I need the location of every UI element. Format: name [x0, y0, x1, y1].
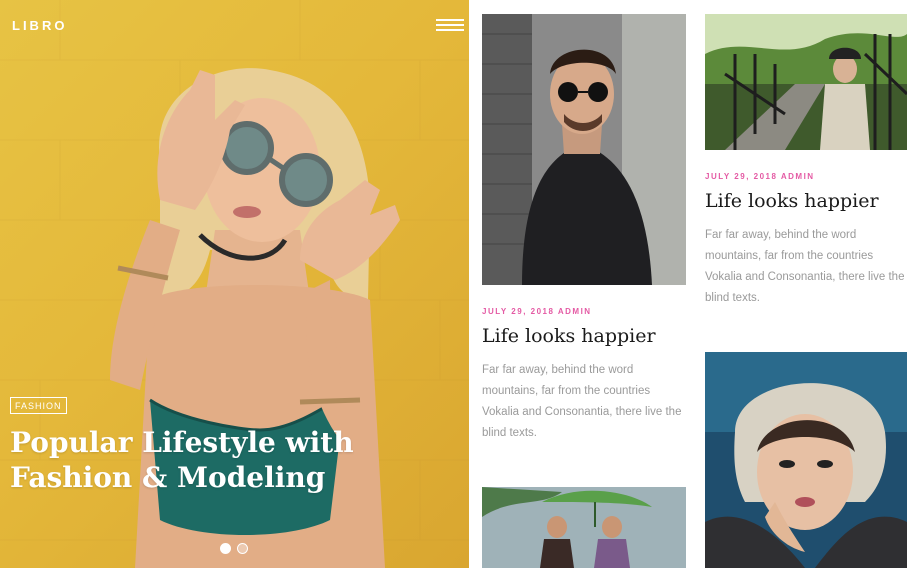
- slider-dot-2[interactable]: [237, 543, 248, 554]
- brand-logo[interactable]: LIBRO: [12, 18, 67, 33]
- post-image-stairs[interactable]: [705, 14, 907, 150]
- slider-dots: [220, 543, 248, 554]
- post-meta[interactable]: JULY 29, 2018 ADMIN: [482, 307, 592, 316]
- post-excerpt: Far far away, behind the word mountains,…: [482, 364, 682, 439]
- category-tag[interactable]: FASHION: [10, 397, 67, 414]
- hero-title[interactable]: Popular Lifestyle with Fashion & Modelin…: [10, 425, 410, 495]
- post-title[interactable]: Life looks happier: [705, 190, 879, 212]
- post-image-fur-hood[interactable]: [705, 352, 907, 568]
- hamburger-icon[interactable]: [436, 18, 464, 34]
- post-title[interactable]: Life looks happier: [482, 325, 656, 347]
- slider-dot-1[interactable]: [220, 543, 231, 554]
- post-excerpt: Far far away, behind the word mountains,…: [705, 229, 905, 304]
- post-image-children[interactable]: [482, 487, 686, 568]
- hero-slider: LIBRO FASHION Popular Lifestyle with Fas…: [0, 0, 469, 568]
- post-meta[interactable]: JULY 29, 2018 ADMIN: [705, 172, 815, 181]
- post-image-man[interactable]: [482, 14, 686, 285]
